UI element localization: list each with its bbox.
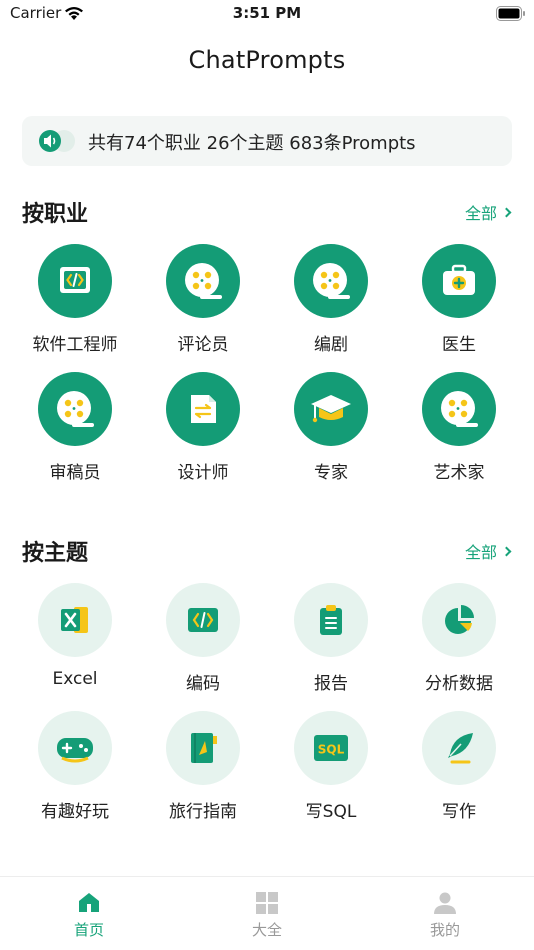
chevron-right-icon: [501, 207, 512, 217]
occupation-item-artist[interactable]: 艺术家: [395, 372, 523, 492]
occupation-label: 专家: [314, 463, 348, 483]
pie-chart-icon: [445, 605, 474, 634]
tab-bar: 首页 大全 我的: [0, 876, 534, 950]
topic-item-report[interactable]: 报告: [267, 583, 395, 703]
occupation-icon-circle: [422, 372, 496, 446]
occupation-icon-circle: [166, 244, 240, 318]
topic-icon-circle: [38, 583, 112, 657]
sql-icon-text: SQL: [318, 743, 345, 757]
code-icon: [188, 608, 218, 632]
occupation-icon-circle: [294, 244, 368, 318]
tab-label: 我的: [429, 921, 460, 939]
medical-kit-icon: [443, 264, 475, 295]
occupation-icon-circle: [422, 244, 496, 318]
file-swap-icon: [191, 395, 216, 423]
occupation-icon-circle: [294, 372, 368, 446]
occupation-label: 软件工程师: [32, 335, 118, 355]
occupation-item-commentator[interactable]: 评论员: [139, 244, 267, 364]
see-all-occupations-link[interactable]: 全部: [464, 200, 512, 224]
film-reel-icon: [313, 263, 350, 299]
section-title-topics: 按主题: [22, 541, 89, 566]
occupation-label: 医生: [442, 335, 476, 355]
topic-item-analyze-data[interactable]: 分析数据: [395, 583, 523, 703]
status-bar: Carrier 3:51 PM: [0, 0, 534, 28]
code-icon: [60, 267, 90, 293]
topic-icon-circle: SQL: [294, 711, 368, 785]
topic-icon-circle: [38, 711, 112, 785]
topic-icon-circle: [166, 711, 240, 785]
topic-label: Excel: [52, 669, 98, 689]
occupation-item-expert[interactable]: 专家: [267, 372, 395, 492]
occupation-label: 审稿员: [49, 463, 101, 483]
topic-item-travel-guide[interactable]: 旅行指南: [139, 711, 267, 831]
status-time: 3:51 PM: [232, 4, 302, 22]
speaker-icon: [39, 130, 75, 152]
section-title-occupations: 按职业: [22, 202, 89, 227]
see-all-label: 全部: [464, 543, 497, 562]
user-icon: [434, 892, 456, 914]
occupation-label: 设计师: [177, 463, 229, 483]
occupation-item-software-engineer[interactable]: 软件工程师: [11, 244, 139, 364]
excel-icon: [61, 607, 88, 633]
topic-icon-circle: [166, 583, 240, 657]
topic-icon-circle: [294, 583, 368, 657]
gamepad-icon: [57, 738, 93, 763]
feather-icon: [448, 733, 473, 764]
clipboard-icon: [320, 605, 342, 635]
chevron-right-icon: [501, 546, 512, 556]
sql-icon: SQL: [314, 735, 348, 761]
tab-label: 首页: [73, 921, 104, 939]
topic-label: 旅行指南: [169, 802, 237, 822]
topic-label: 写作: [442, 802, 476, 822]
topic-icon-circle: [422, 711, 496, 785]
occupation-label: 艺术家: [433, 463, 485, 483]
tab-home[interactable]: 首页: [0, 877, 178, 950]
topic-item-write-sql[interactable]: SQL 写SQL: [267, 711, 395, 831]
film-reel-icon: [185, 263, 222, 299]
topic-label: 分析数据: [425, 674, 493, 694]
topic-item-writing[interactable]: 写作: [395, 711, 523, 831]
occupation-icon-circle: [38, 244, 112, 318]
home-icon: [79, 893, 99, 912]
tab-label: 大全: [251, 921, 282, 939]
occupation-item-designer[interactable]: 设计师: [139, 372, 267, 492]
battery-icon: [496, 6, 525, 21]
film-reel-icon: [441, 391, 478, 427]
topic-label: 有趣好玩: [41, 802, 109, 822]
topic-icon-circle: [422, 583, 496, 657]
topic-label: 报告: [314, 674, 348, 694]
film-reel-icon: [57, 391, 94, 427]
occupation-item-reviewer[interactable]: 审稿员: [11, 372, 139, 492]
graduation-cap-icon: [311, 395, 351, 423]
grid-icon: [256, 892, 278, 914]
topic-item-coding[interactable]: 编码: [139, 583, 267, 703]
topic-item-fun[interactable]: 有趣好玩: [11, 711, 139, 831]
topic-item-excel[interactable]: Excel: [11, 583, 139, 703]
stats-banner: 共有74个职业 26个主题 683条Prompts: [22, 116, 512, 166]
tab-catalog[interactable]: 大全: [178, 877, 356, 950]
guide-book-icon: [191, 733, 217, 763]
occupation-item-screenwriter[interactable]: 编剧: [267, 244, 395, 364]
tab-profile[interactable]: 我的: [356, 877, 534, 950]
occupation-label: 编剧: [314, 335, 348, 355]
occupation-item-doctor[interactable]: 医生: [395, 244, 523, 364]
occupation-icon-circle: [38, 372, 112, 446]
see-all-label: 全部: [464, 204, 497, 223]
occupation-icon-circle: [166, 372, 240, 446]
see-all-topics-link[interactable]: 全部: [464, 539, 512, 563]
occupation-label: 评论员: [177, 335, 229, 355]
page-title: ChatPrompts: [188, 46, 346, 74]
topic-label: 写SQL: [305, 802, 357, 822]
topic-label: 编码: [186, 674, 220, 694]
stats-text: 共有74个职业 26个主题 683条Prompts: [88, 133, 416, 154]
